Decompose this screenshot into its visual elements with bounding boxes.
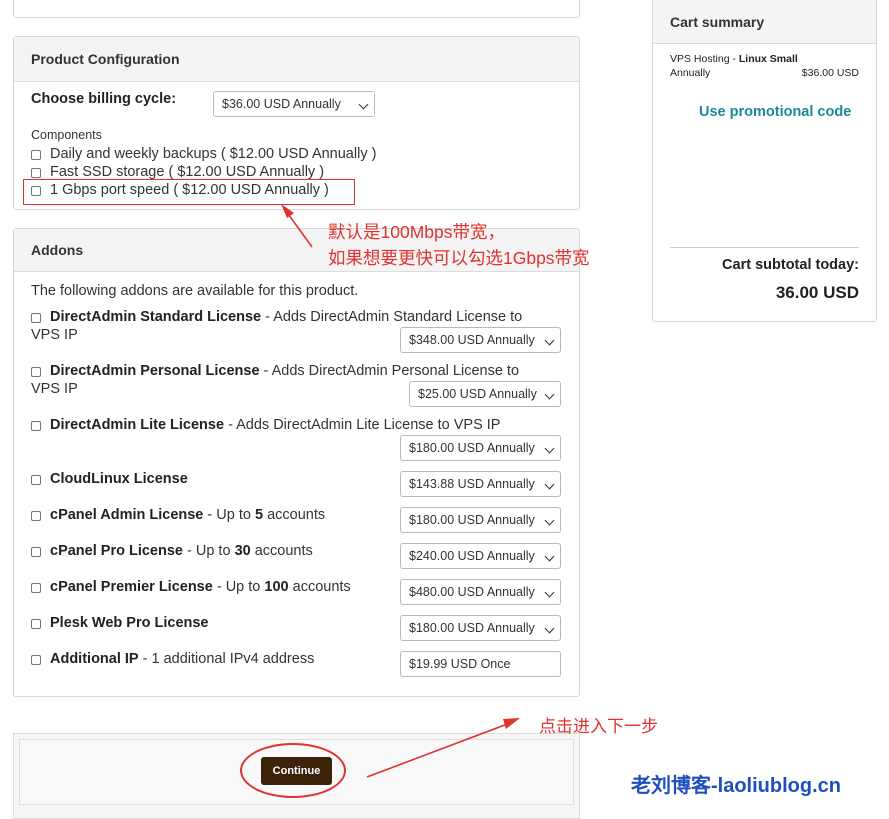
next-step-annotation: 点击进入下一步 — [539, 717, 658, 736]
bandwidth-annotation-line1: 默认是100Mbps带宽， — [328, 222, 505, 242]
watermark-text: 老刘博客-laoliublog.cn — [631, 775, 841, 797]
bandwidth-annotation-line2: 如果想要更快可以勾选1Gbps带宽 — [328, 248, 590, 268]
next-step-arrow — [366, 722, 511, 778]
bandwidth-arrow — [285, 210, 313, 248]
annotation-arrows — [281, 204, 520, 778]
next-step-arrow-head — [503, 718, 520, 729]
bandwidth-arrow-head — [281, 204, 294, 218]
